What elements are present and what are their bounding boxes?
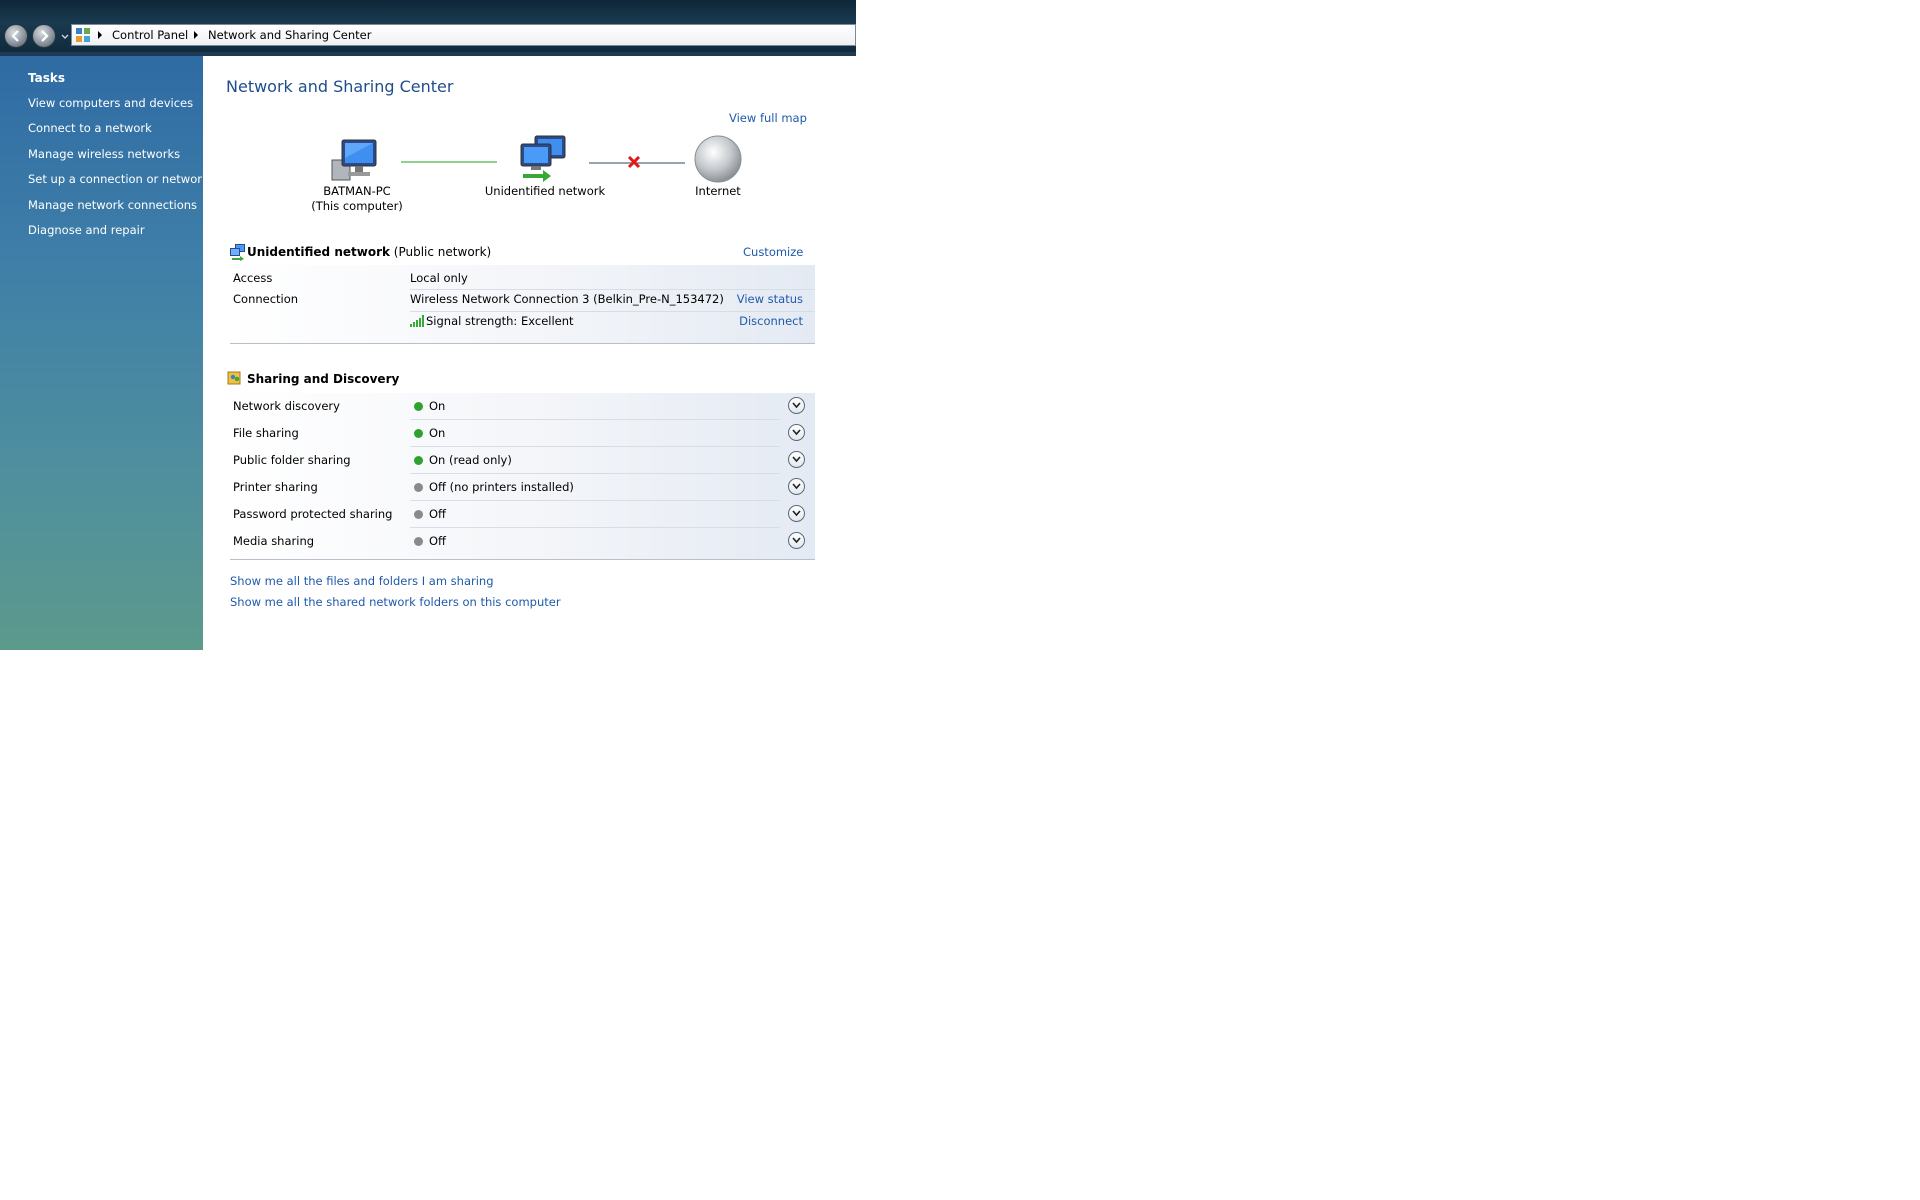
task-pane-title: Tasks (28, 71, 66, 85)
expand-button[interactable] (788, 451, 805, 468)
chevron-down-icon (792, 429, 801, 436)
sharing-row-value: Off (429, 507, 446, 521)
sidebar-link-diagnose-repair[interactable]: Diagnose and repair (28, 223, 145, 237)
title-bar: Control Panel Network and Sharing Center (0, 0, 856, 56)
connection-label: Connection (233, 292, 299, 306)
sharing-row-network-discovery: Network discovery On (230, 393, 815, 420)
sharing-row-value: Off (no printers installed) (429, 480, 574, 494)
sharing-row-printer: Printer sharing Off (no printers install… (230, 474, 815, 501)
sharing-row-media: Media sharing Off (230, 528, 815, 555)
sharing-row-label: Printer sharing (233, 480, 318, 494)
status-off-icon (414, 483, 423, 492)
arrow-left-icon (11, 30, 19, 42)
access-label: Access (233, 271, 273, 285)
breadcrumb-arrow-icon[interactable] (191, 29, 201, 41)
signal-strength-label: Signal strength: (426, 314, 518, 328)
signal-strength-value: Excellent (521, 314, 574, 328)
expand-button[interactable] (788, 424, 805, 441)
expand-button[interactable] (788, 397, 805, 414)
sharing-discovery-panel: Network discovery On File sharing On Pub… (230, 393, 815, 560)
expand-button[interactable] (788, 505, 805, 522)
sidebar-link-view-computers[interactable]: View computers and devices (28, 96, 193, 110)
internet-globe-icon[interactable] (693, 134, 743, 184)
sharing-row-public-folder: Public folder sharing On (read only) (230, 447, 815, 474)
back-button[interactable] (4, 24, 28, 48)
view-full-map-link[interactable]: View full map (729, 111, 807, 125)
arrow-right-icon (41, 30, 49, 42)
sharing-row-label: Network discovery (233, 399, 340, 413)
network-detail-panel: Access Local only Connection Wireless Ne… (230, 265, 815, 344)
connection-line-broken (589, 156, 685, 169)
status-on-icon (414, 402, 423, 411)
connection-value: Wireless Network Connection 3 (Belkin_Pr… (410, 292, 724, 306)
chevron-down-icon (792, 483, 801, 490)
sharing-row-label: Media sharing (233, 534, 315, 548)
sidebar-link-setup-connection[interactable]: Set up a connection or network (28, 172, 209, 186)
sharing-row-password: Password protected sharing Off (230, 501, 815, 528)
expand-button[interactable] (788, 532, 805, 549)
sharing-row-file-sharing: File sharing On (230, 420, 815, 447)
sharing-row-label: Password protected sharing (233, 507, 393, 521)
sharing-discovery-title: Sharing and Discovery (247, 372, 400, 386)
control-panel-icon (76, 28, 90, 42)
breadcrumb-network-sharing-center[interactable]: Network and Sharing Center (208, 28, 371, 42)
main-content: Network and Sharing Center View full map… (203, 56, 856, 650)
row-divider (410, 289, 815, 290)
chevron-down-icon (792, 456, 801, 463)
chevron-down-icon (792, 402, 801, 409)
sidebar-link-manage-wireless[interactable]: Manage wireless networks (28, 147, 180, 161)
customize-link[interactable]: Customize (743, 245, 803, 259)
disconnect-link[interactable]: Disconnect (739, 314, 803, 328)
network-small-icon (230, 244, 245, 261)
status-on-icon (414, 429, 423, 438)
network-header-name: Unidentified network (247, 245, 390, 259)
network-name: Unidentified network (484, 184, 606, 198)
chevron-down-icon (792, 537, 801, 544)
network-icon[interactable] (515, 134, 571, 182)
sharing-row-value: On (429, 426, 446, 440)
address-bar[interactable]: Control Panel Network and Sharing Center (71, 24, 856, 46)
task-pane: Tasks View computers and devices Connect… (0, 56, 209, 650)
breadcrumb-control-panel[interactable]: Control Panel (112, 28, 188, 42)
access-value: Local only (410, 271, 468, 285)
computer-subtitle: (This computer) (311, 199, 403, 213)
show-shared-files-link[interactable]: Show me all the files and folders I am s… (230, 574, 494, 588)
signal-strength-icon (410, 315, 424, 327)
computer-name: BATMAN-PC (323, 184, 391, 198)
row-divider (410, 311, 815, 312)
view-status-link[interactable]: View status (737, 292, 803, 306)
show-shared-folders-link[interactable]: Show me all the shared network folders o… (230, 595, 561, 609)
sharing-row-value: Off (429, 534, 446, 548)
sharing-row-label: Public folder sharing (233, 453, 351, 467)
status-on-icon (414, 456, 423, 465)
expand-button[interactable] (788, 478, 805, 495)
internet-label: Internet (695, 184, 741, 198)
sharing-icon (227, 371, 241, 385)
window: Control Panel Network and Sharing Center… (0, 0, 856, 650)
chevron-down-icon (61, 34, 69, 39)
sidebar-link-manage-connections[interactable]: Manage network connections (28, 198, 197, 212)
sharing-row-value: On (read only) (429, 453, 512, 467)
status-off-icon (414, 537, 423, 546)
recent-pages-button[interactable] (60, 30, 70, 42)
network-header: Unidentified network (Public network) (247, 245, 491, 259)
status-off-icon (414, 510, 423, 519)
page-title: Network and Sharing Center (226, 77, 454, 96)
network-header-type: (Public network) (393, 245, 492, 259)
connection-line-ok (401, 161, 497, 163)
sharing-row-value: On (429, 399, 446, 413)
computer-icon[interactable] (328, 136, 382, 184)
breadcrumb-arrow-icon[interactable] (95, 29, 105, 41)
sidebar-link-connect-network[interactable]: Connect to a network (28, 121, 152, 135)
chevron-down-icon (792, 510, 801, 517)
sharing-row-label: File sharing (233, 426, 299, 440)
forward-button[interactable] (32, 24, 56, 48)
